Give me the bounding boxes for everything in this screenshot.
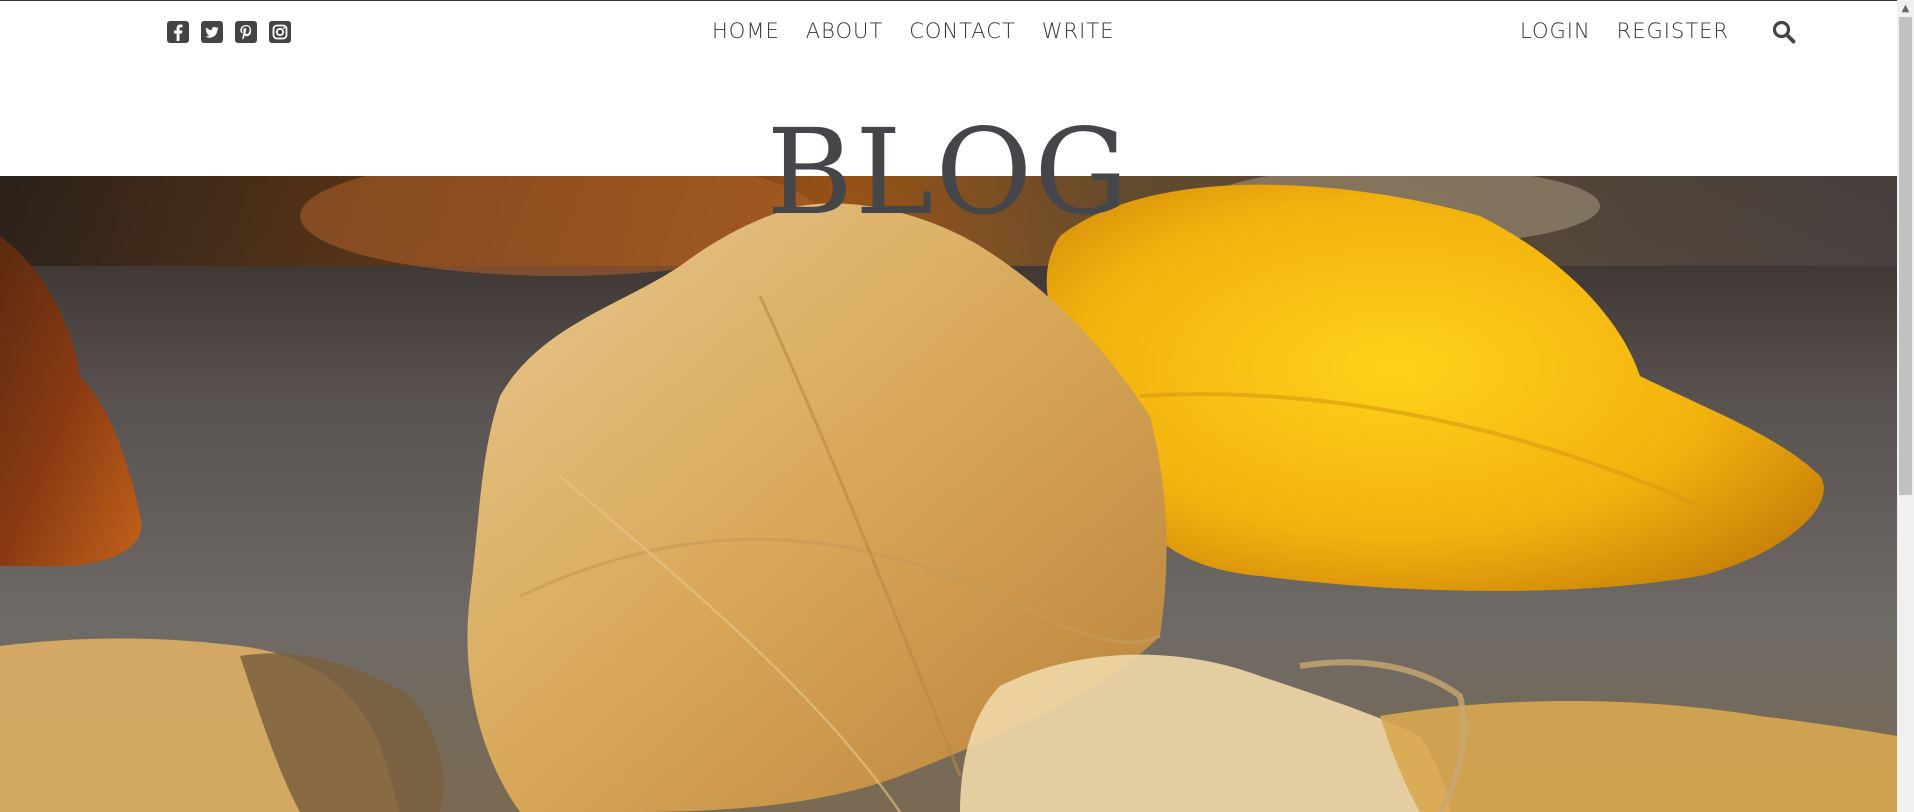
main-nav: HOME ABOUT CONTACT WRITE bbox=[712, 16, 1114, 46]
social-links bbox=[166, 20, 292, 44]
page-title: BLOG bbox=[766, 103, 1131, 241]
search-icon[interactable] bbox=[1771, 19, 1797, 45]
nav-item-write[interactable]: WRITE bbox=[1042, 16, 1115, 46]
autumn-leaves-photo bbox=[0, 176, 1897, 812]
scrollbar-thumb[interactable] bbox=[1899, 17, 1912, 495]
top-bar: HOME ABOUT CONTACT WRITE LOGIN REGISTER bbox=[0, 0, 1897, 62]
login-link[interactable]: LOGIN bbox=[1520, 16, 1591, 46]
pinterest-icon[interactable] bbox=[234, 20, 258, 44]
vertical-scrollbar[interactable]: ▲ bbox=[1897, 0, 1914, 812]
hero-image-autumn-leaves bbox=[0, 176, 1897, 812]
nav-item-about[interactable]: ABOUT bbox=[806, 16, 883, 46]
nav-item-contact[interactable]: CONTACT bbox=[909, 16, 1016, 46]
scroll-up-arrow-icon[interactable]: ▲ bbox=[1897, 0, 1914, 17]
auth-nav: LOGIN REGISTER bbox=[1520, 16, 1729, 46]
facebook-icon[interactable] bbox=[166, 20, 190, 44]
instagram-icon[interactable] bbox=[268, 20, 292, 44]
register-link[interactable]: REGISTER bbox=[1617, 16, 1729, 46]
twitter-icon[interactable] bbox=[200, 20, 224, 44]
nav-item-home[interactable]: HOME bbox=[712, 16, 780, 46]
blog-page: HOME ABOUT CONTACT WRITE LOGIN REGISTER bbox=[0, 0, 1914, 812]
